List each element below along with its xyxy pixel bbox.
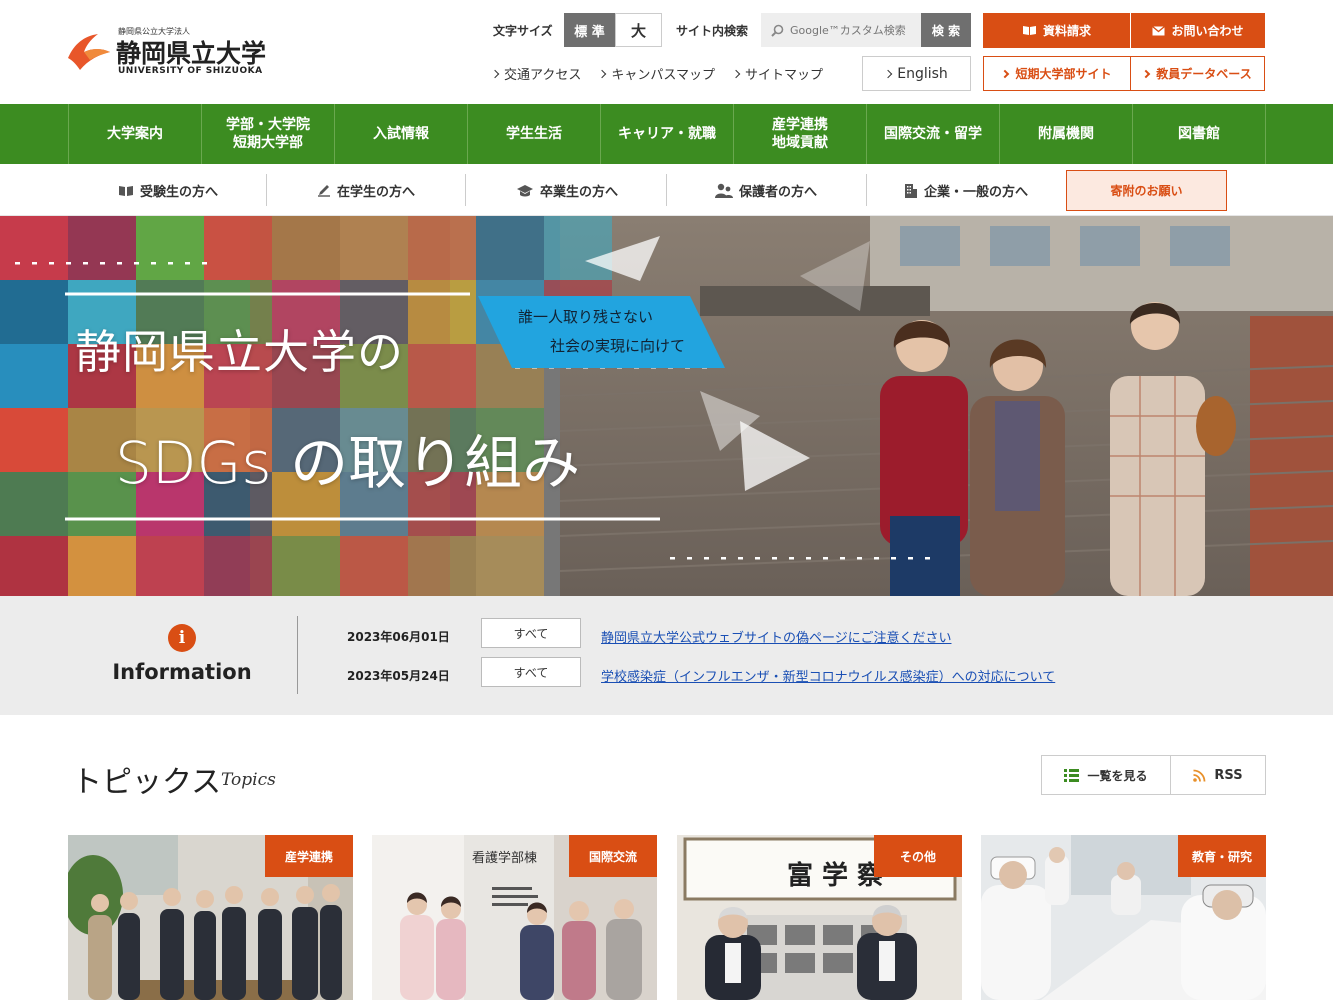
chevron-right-icon xyxy=(731,69,741,79)
access-link[interactable]: 交通アクセス xyxy=(490,64,581,83)
hero-tagline-line2: 社会の実現に向けて xyxy=(550,337,686,355)
news-link[interactable]: 学校感染症（インフルエンザ・新型コロナウイルス感染症）への対応について xyxy=(601,666,1055,685)
graduation-cap-icon xyxy=(516,184,533,196)
news-date: 2023年05月24日 xyxy=(347,669,450,683)
nav-student-life[interactable]: 学生生活 xyxy=(468,104,601,164)
topic-card[interactable]: 教育・研究 xyxy=(981,835,1266,1000)
audience-companies-public[interactable]: 企業・一般の方へ xyxy=(890,174,1042,206)
mail-icon xyxy=(1152,25,1166,35)
audience-current-students[interactable]: 在学生の方へ xyxy=(298,174,434,206)
site-search-label: サイト内検索 xyxy=(676,24,749,38)
chevron-right-icon xyxy=(1142,69,1151,78)
donation-button[interactable]: 寄附のお願い xyxy=(1066,170,1227,211)
nav-about[interactable]: 大学案内 xyxy=(69,104,202,164)
request-documents-button[interactable]: 資料請求 xyxy=(983,13,1130,48)
topic-category-badge: 国際交流 xyxy=(569,835,657,877)
rss-button[interactable]: RSS xyxy=(1171,756,1265,794)
utility-links: 交通アクセス キャンパスマップ サイトマップ xyxy=(490,64,823,83)
audience-parents[interactable]: 保護者の方へ xyxy=(698,174,834,206)
chevron-right-icon xyxy=(598,69,607,79)
font-size-large-button[interactable]: 大 xyxy=(615,13,662,47)
search-input[interactable] xyxy=(790,23,918,37)
news-link[interactable]: 静岡県立大学公式ウェブサイトの偽ページにご注意ください xyxy=(601,627,951,646)
nav-affiliated-institutions[interactable]: 附属機関 xyxy=(1000,104,1133,164)
topics-actions: 一覧を見る RSS xyxy=(1041,755,1266,795)
junior-college-site-button[interactable]: 短期大学部サイト xyxy=(983,56,1131,91)
divider xyxy=(297,616,298,694)
audience-alumni[interactable]: 卒業生の方へ xyxy=(497,174,637,206)
font-size-label: 文字サイズ xyxy=(493,24,553,38)
info-icon: i xyxy=(168,624,196,652)
divider xyxy=(266,174,267,206)
hero-tagline-line1: 誰一人取り残さない xyxy=(518,308,654,326)
topic-category-badge: 産学連携 xyxy=(265,835,353,877)
divider xyxy=(465,174,466,206)
building-icon xyxy=(904,183,917,198)
nav-international[interactable]: 国際交流・留学 xyxy=(867,104,1000,164)
topic-card[interactable]: 富 学 察 その他 xyxy=(677,835,962,1000)
search-field xyxy=(761,13,921,47)
nav-industry-collaboration[interactable]: 産学連携 地域貢献 xyxy=(734,104,867,164)
sdg-mosaic xyxy=(0,216,612,596)
chevron-right-icon xyxy=(883,69,893,78)
main-navigation: 大学案内 学部・大学院 短期大学部 入試情報 学生生活 キャリア・就職 産学連携… xyxy=(0,104,1333,164)
news-category-badge: すべて xyxy=(481,657,581,687)
information-section: i Information 2023年06月01日 すべて 静岡県立大学公式ウェ… xyxy=(0,596,1333,715)
logo-university-name: 静岡県立大学 xyxy=(116,39,267,68)
topic-card[interactable]: 看護学部棟 国際交流 xyxy=(372,835,657,1000)
building-sign-text: 看護学部棟 xyxy=(472,851,538,866)
topic-category-badge: 教育・研究 xyxy=(1178,835,1266,877)
site-header: 静岡県公立大学法人 静岡県立大学 UNIVERSITY OF SHIZUOKA … xyxy=(0,0,1333,104)
logo-mark-icon xyxy=(68,34,110,70)
hero-title-line2: SDGs の取り組み xyxy=(115,429,581,497)
pencil-icon xyxy=(317,185,330,197)
font-size-standard-button[interactable]: 標 準 xyxy=(564,13,615,47)
nav-faculties[interactable]: 学部・大学院 短期大学部 xyxy=(202,104,335,164)
english-button[interactable]: English xyxy=(862,56,971,91)
contact-button[interactable]: お問い合わせ xyxy=(1131,13,1265,48)
nav-admissions[interactable]: 入試情報 xyxy=(335,104,468,164)
hero-image xyxy=(0,216,1333,596)
parents-icon xyxy=(714,183,733,198)
view-all-button[interactable]: 一覧を見る xyxy=(1042,756,1171,794)
audience-prospective-students[interactable]: 受験生の方へ xyxy=(100,174,236,206)
information-title: Information xyxy=(112,660,252,684)
chevron-right-icon xyxy=(490,69,500,79)
logo-english-name: UNIVERSITY OF SHIZUOKA xyxy=(118,66,263,76)
book-icon xyxy=(118,185,133,196)
hero-title-line1: 静岡県立大学の xyxy=(75,325,404,379)
university-logo[interactable]: 静岡県公立大学法人 静岡県立大学 UNIVERSITY OF SHIZUOKA xyxy=(66,26,286,78)
news-date: 2023年06月01日 xyxy=(347,630,450,644)
list-icon xyxy=(1064,768,1080,782)
divider xyxy=(666,174,667,206)
divider xyxy=(866,174,867,206)
calligraphy-text: 富 学 察 xyxy=(787,861,884,891)
campus-map-link[interactable]: キャンパスマップ xyxy=(598,64,715,83)
sitemap-link[interactable]: サイトマップ xyxy=(731,64,823,83)
search-button[interactable]: 検 索 xyxy=(921,13,971,47)
topics-subtitle: Topics xyxy=(221,770,276,790)
search-icon xyxy=(771,24,784,37)
topics-title: トピックス xyxy=(72,765,222,800)
chevron-right-icon xyxy=(1001,69,1010,78)
nav-career[interactable]: キャリア・就職 xyxy=(601,104,734,164)
rss-icon xyxy=(1193,769,1206,782)
topic-card[interactable]: 産学連携 xyxy=(68,835,353,1000)
news-category-badge: すべて xyxy=(481,618,581,648)
faculty-database-button[interactable]: 教員データベース xyxy=(1130,56,1265,91)
hero-banner[interactable]: 静岡県立大学の SDGs の取り組み 誰一人取り残さない 社会の実現に向けて xyxy=(0,216,1333,596)
nav-library[interactable]: 図書館 xyxy=(1133,104,1266,164)
topic-category-badge: その他 xyxy=(874,835,962,877)
book-icon xyxy=(1022,26,1036,35)
